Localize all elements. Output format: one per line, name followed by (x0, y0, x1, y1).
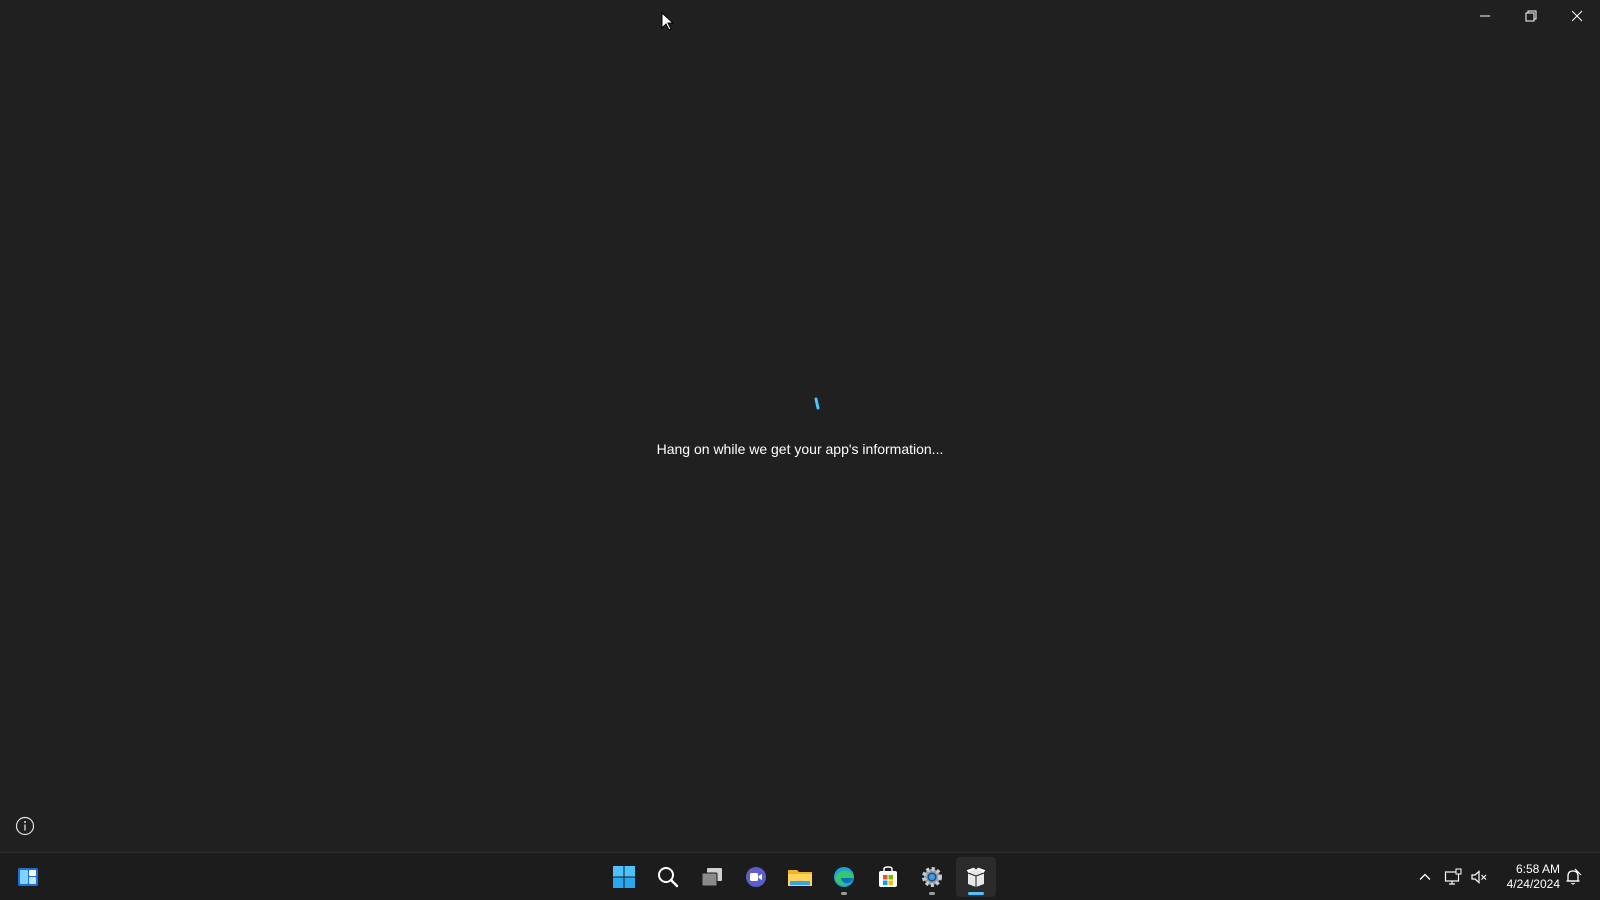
file-explorer-button[interactable] (780, 857, 820, 897)
settings-running-indicator (929, 892, 935, 895)
network-button[interactable] (1443, 867, 1463, 887)
widgets-button[interactable] (8, 857, 48, 897)
app-window: Hang on while we get your app's informat… (0, 0, 1600, 852)
widgets-icon (18, 868, 38, 886)
notification-icon (1566, 868, 1582, 885)
chat-icon (746, 867, 766, 887)
edge-icon (834, 867, 854, 887)
close-icon (1571, 10, 1583, 22)
store-button[interactable] (868, 857, 908, 897)
taskbar-clock[interactable]: 6:58 AM 4/24/2024 (1490, 862, 1560, 892)
loading-spinner (814, 397, 820, 410)
package-icon (965, 866, 987, 887)
restore-icon (1525, 10, 1537, 22)
volume-muted-icon (1471, 870, 1487, 884)
search-button[interactable] (648, 857, 688, 897)
info-icon[interactable] (15, 816, 35, 836)
app-installer-active-indicator (968, 892, 984, 895)
clock-date: 4/24/2024 (1506, 877, 1560, 891)
chat-button[interactable] (736, 857, 776, 897)
edge-button[interactable] (824, 857, 864, 897)
notifications-button[interactable] (1563, 867, 1583, 887)
restore-button[interactable] (1508, 0, 1554, 32)
network-icon (1444, 868, 1462, 885)
minimize-button[interactable] (1462, 0, 1508, 32)
start-button[interactable] (604, 857, 644, 897)
minimize-icon (1480, 15, 1490, 17)
show-hidden-icons-button[interactable] (1415, 867, 1435, 887)
app-installer-button[interactable] (956, 857, 996, 897)
chevron-up-icon (1419, 873, 1431, 880)
windows-logo-icon (613, 866, 635, 888)
task-view-button[interactable] (692, 857, 732, 897)
search-icon (658, 867, 679, 888)
loading-message: Hang on while we get your app's informat… (656, 441, 944, 457)
clock-time: 6:58 AM (1515, 862, 1560, 876)
mouse-cursor-icon (661, 12, 675, 31)
close-button[interactable] (1554, 0, 1600, 32)
settings-button[interactable] (912, 857, 952, 897)
store-icon (879, 866, 897, 887)
gear-icon (922, 867, 942, 887)
folder-icon (788, 870, 812, 886)
task-view-icon (701, 868, 722, 887)
volume-button[interactable] (1469, 867, 1489, 887)
edge-running-indicator (841, 892, 847, 895)
taskbar: 6:58 AM 4/24/2024 (0, 852, 1600, 900)
